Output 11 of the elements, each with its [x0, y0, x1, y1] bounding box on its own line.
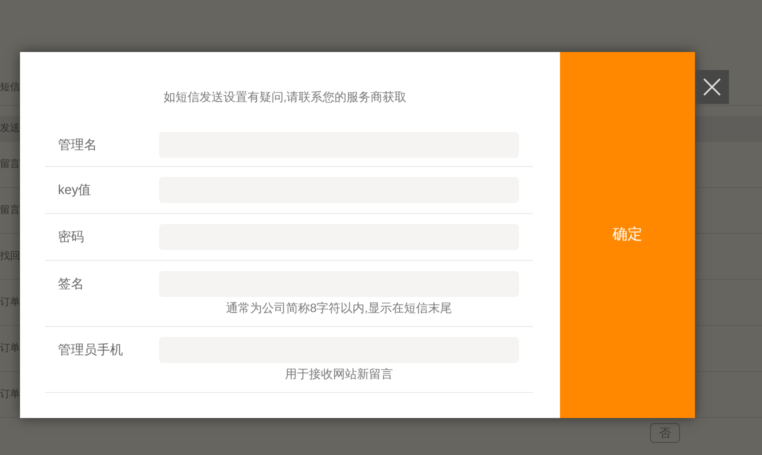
field-label: 密码	[58, 228, 84, 246]
hint-text: 如短信发送设置有疑问,请联系您的服务商获取	[163, 89, 407, 105]
field-note: 通常为公司简称8字符以内,显示在短信末尾	[226, 300, 452, 316]
field-label: 管理名	[58, 136, 97, 154]
field-label: key值	[58, 181, 92, 200]
close-icon	[703, 78, 721, 96]
field-note: 用于接收网站新留言	[285, 366, 393, 382]
field-label: 签名	[58, 275, 84, 294]
close-button[interactable]	[695, 70, 729, 104]
field-label: 管理员手机	[58, 341, 123, 360]
confirm-button[interactable]: 确定	[560, 52, 695, 418]
